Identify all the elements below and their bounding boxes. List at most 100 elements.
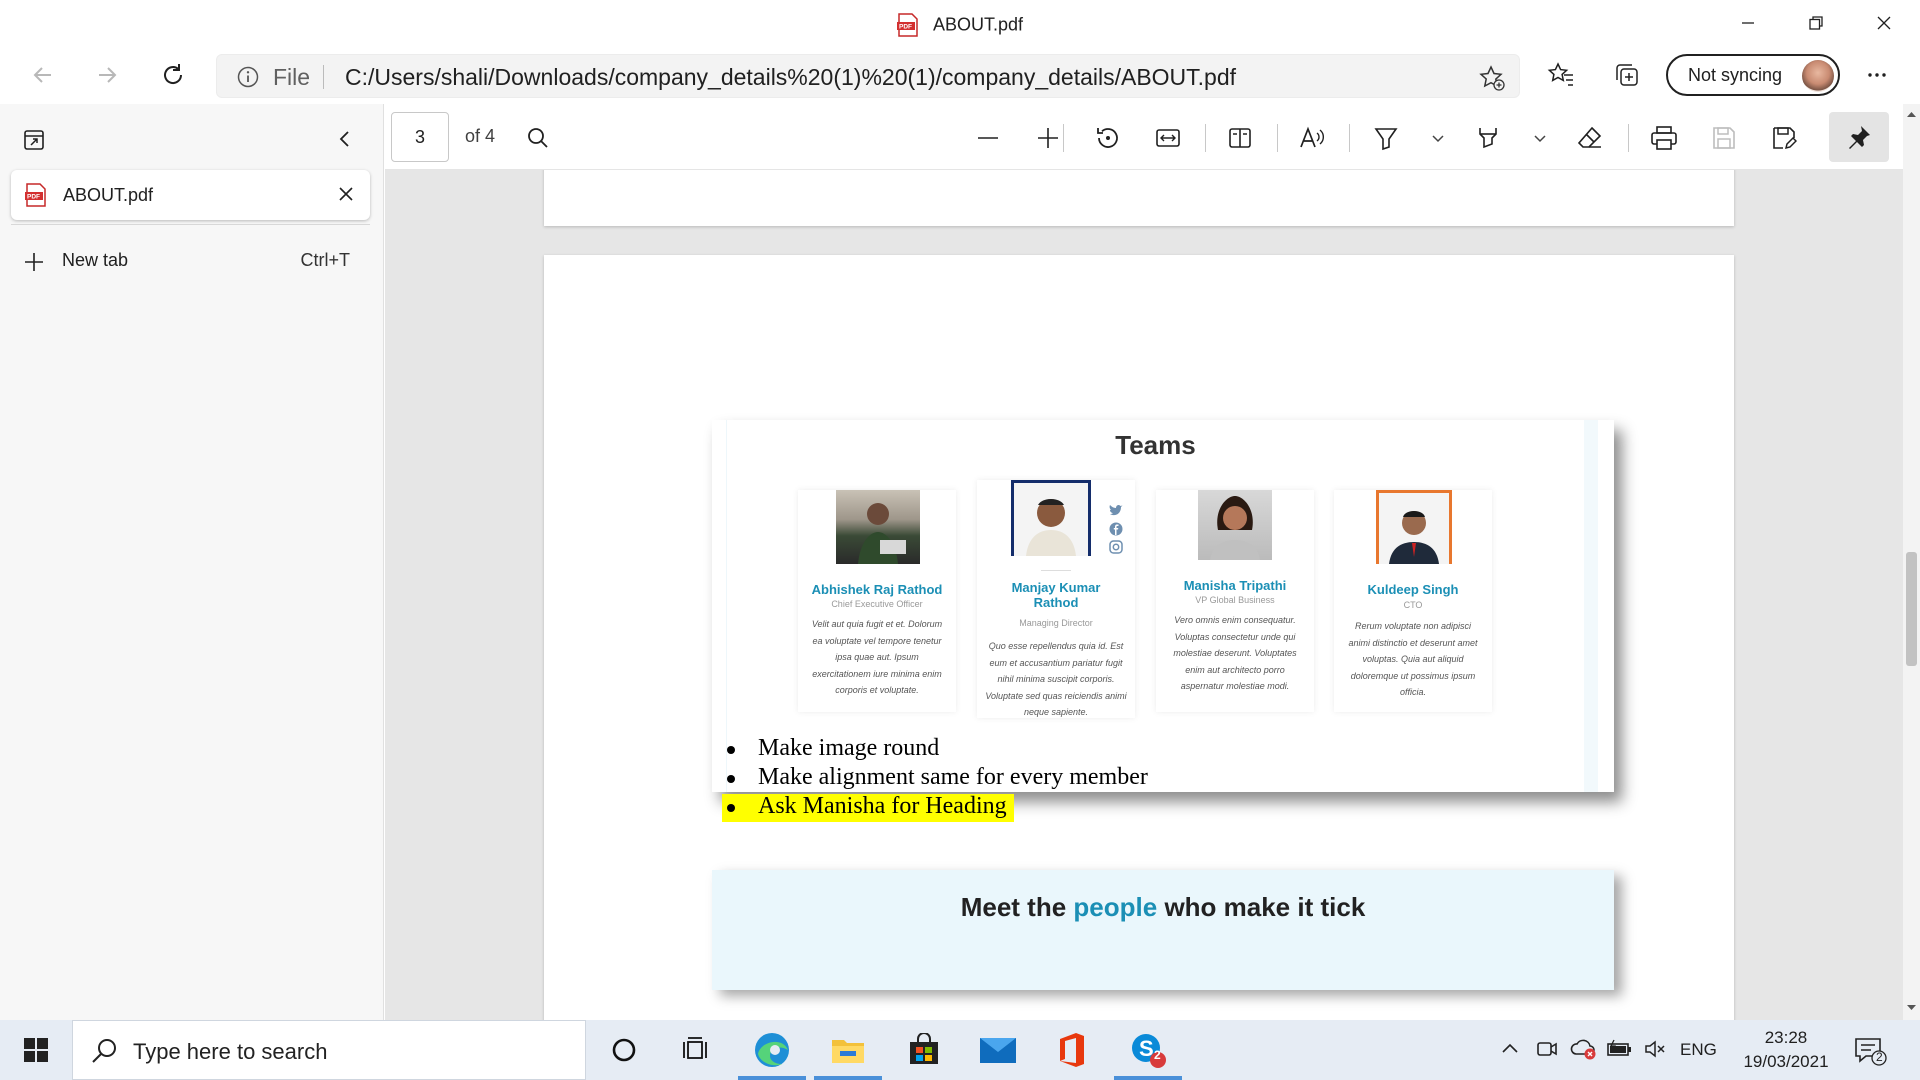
edge-icon[interactable] — [734, 1020, 810, 1080]
new-tab-shortcut: Ctrl+T — [300, 250, 351, 270]
save-as-icon[interactable] — [1768, 122, 1800, 154]
pdf-toolbar: 3 of 4 — [385, 104, 1920, 170]
tab-pane-header — [0, 104, 384, 172]
new-tab-label: New tab — [62, 250, 129, 270]
mail-icon[interactable] — [960, 1020, 1036, 1080]
member-photo — [836, 490, 920, 564]
chevron-down-icon[interactable] — [1524, 122, 1556, 154]
zoom-in-icon[interactable] — [1032, 122, 1064, 154]
previous-page — [544, 170, 1734, 226]
meet-now-icon[interactable] — [1536, 1038, 1558, 1060]
eraser-icon[interactable] — [1574, 122, 1606, 154]
title-bar: PDF ABOUT.pdf — [0, 0, 1920, 46]
pdf-file-icon: PDF — [25, 182, 47, 208]
print-icon[interactable] — [1648, 122, 1680, 154]
profile-button[interactable]: Not syncing — [1666, 54, 1840, 96]
battery-icon[interactable] — [1606, 1038, 1634, 1060]
member-description: Velit aut quia fugit et et. Dolorum ea v… — [811, 619, 943, 695]
notifications-icon[interactable]: 2 — [1852, 1036, 1888, 1066]
clock[interactable]: 23:28 19/03/2021 — [1726, 1026, 1846, 1074]
list-item: Make image round — [722, 735, 1422, 764]
find-icon[interactable] — [522, 122, 554, 154]
restore-icon[interactable] — [1786, 0, 1846, 46]
member-photo — [1376, 490, 1452, 564]
fit-width-icon[interactable] — [1152, 122, 1184, 154]
taskbar-search-box[interactable]: Type here to search — [72, 1020, 586, 1080]
bullet-icon — [727, 775, 735, 783]
member-role: VP Global Business — [1195, 595, 1275, 605]
back-icon[interactable] — [26, 58, 60, 92]
member-photo — [1198, 490, 1272, 560]
scrollbar-thumb[interactable] — [1906, 552, 1917, 666]
volume-muted-icon[interactable] — [1644, 1038, 1668, 1060]
save-icon[interactable] — [1708, 122, 1740, 154]
taskbar: Type here to search S 2 ENG 23:28 19/03/… — [0, 1020, 1920, 1080]
scroll-up-icon[interactable] — [1906, 110, 1917, 118]
page-number-input[interactable]: 3 — [391, 112, 449, 162]
meet-heading-accent: people — [1073, 892, 1158, 922]
pdf-page: Teams Abhishek Raj Rathod Chief Executiv… — [544, 255, 1734, 1020]
member-role: Managing Director — [1019, 618, 1093, 628]
favorites-icon[interactable] — [1544, 58, 1578, 92]
language-indicator[interactable]: ENG — [1680, 1040, 1717, 1060]
search-icon — [91, 1037, 119, 1065]
collapse-pane-icon[interactable] — [334, 128, 356, 150]
cortana-icon[interactable] — [586, 1020, 662, 1080]
vertical-tabs-pane: PDF ABOUT.pdf New tab Ctrl+T — [0, 104, 384, 1020]
file-explorer-icon[interactable] — [810, 1020, 886, 1080]
pin-toolbar-icon[interactable] — [1829, 112, 1889, 162]
member-name: Manjay Kumar Rathod — [1011, 580, 1101, 610]
team-card: Manisha Tripathi VP Global Business Vero… — [1156, 490, 1314, 712]
new-tab-button[interactable]: New tab Ctrl+T — [0, 242, 384, 282]
highlight-icon[interactable] — [1472, 122, 1504, 154]
notification-count: 2 — [1876, 1050, 1883, 1064]
facebook-icon — [1109, 522, 1123, 536]
draw-icon[interactable] — [1370, 122, 1402, 154]
minimize-icon[interactable] — [1718, 0, 1778, 46]
vertical-scrollbar[interactable] — [1903, 104, 1920, 1020]
member-role: CTO — [1403, 600, 1423, 610]
teams-heading: Teams — [1115, 430, 1196, 460]
close-icon[interactable] — [1854, 0, 1914, 46]
page-view-icon[interactable] — [1224, 122, 1256, 154]
skype-icon[interactable]: S 2 — [1110, 1020, 1186, 1080]
add-favorite-icon[interactable] — [1479, 65, 1505, 91]
task-view-icon[interactable] — [658, 1020, 734, 1080]
onedrive-error-icon[interactable] — [1570, 1038, 1598, 1060]
rotate-icon[interactable] — [1092, 122, 1124, 154]
chevron-up-icon[interactable] — [1500, 1038, 1520, 1058]
pdf-viewport[interactable]: Teams Abhishek Raj Rathod Chief Executiv… — [385, 170, 1903, 1020]
info-icon[interactable] — [237, 66, 259, 88]
team-card: Manjay Kumar Rathod Managing Director Qu… — [977, 480, 1135, 718]
profile-status: Not syncing — [1688, 65, 1783, 85]
notes-list: Make image round Make alignment same for… — [722, 735, 1422, 822]
more-icon[interactable] — [1860, 58, 1894, 92]
scroll-down-icon[interactable] — [1906, 1004, 1917, 1012]
member-description: Vero omnis enim consequatur. Voluptas co… — [1173, 615, 1297, 691]
member-description: Rerum voluptate non adipisci animi disti… — [1348, 621, 1478, 697]
bullet-icon — [727, 804, 735, 812]
collections-icon[interactable] — [1610, 58, 1644, 92]
read-aloud-icon[interactable] — [1296, 122, 1328, 154]
list-item-highlighted: Ask Manisha for Heading — [722, 793, 1422, 822]
svg-text:PDF: PDF — [899, 24, 912, 31]
member-name: Manisha Tripathi — [1183, 578, 1287, 593]
zoom-out-icon[interactable] — [972, 122, 1004, 154]
toolbar-divider — [1063, 124, 1064, 152]
store-icon[interactable] — [886, 1020, 962, 1080]
address-url[interactable]: C:/Users/shali/Downloads/company_details… — [345, 64, 1236, 91]
chevron-down-icon[interactable] — [1422, 122, 1454, 154]
address-bar[interactable]: File C:/Users/shali/Downloads/company_de… — [216, 54, 1520, 98]
forward-icon[interactable] — [90, 58, 124, 92]
toolbar-divider — [1277, 124, 1278, 152]
address-divider — [323, 65, 324, 89]
office-icon[interactable] — [1034, 1020, 1110, 1080]
list-item-text: Make alignment same for every member — [758, 764, 1148, 790]
refresh-icon[interactable] — [156, 58, 190, 92]
tab-about-pdf[interactable]: PDF ABOUT.pdf — [11, 170, 370, 220]
toolbar-divider — [1205, 124, 1206, 152]
windows-start-icon[interactable] — [0, 1020, 72, 1080]
close-tab-icon[interactable] — [334, 182, 358, 206]
tab-actions-icon[interactable] — [22, 128, 46, 152]
list-item-text: Ask Manisha for Heading — [758, 793, 1007, 819]
